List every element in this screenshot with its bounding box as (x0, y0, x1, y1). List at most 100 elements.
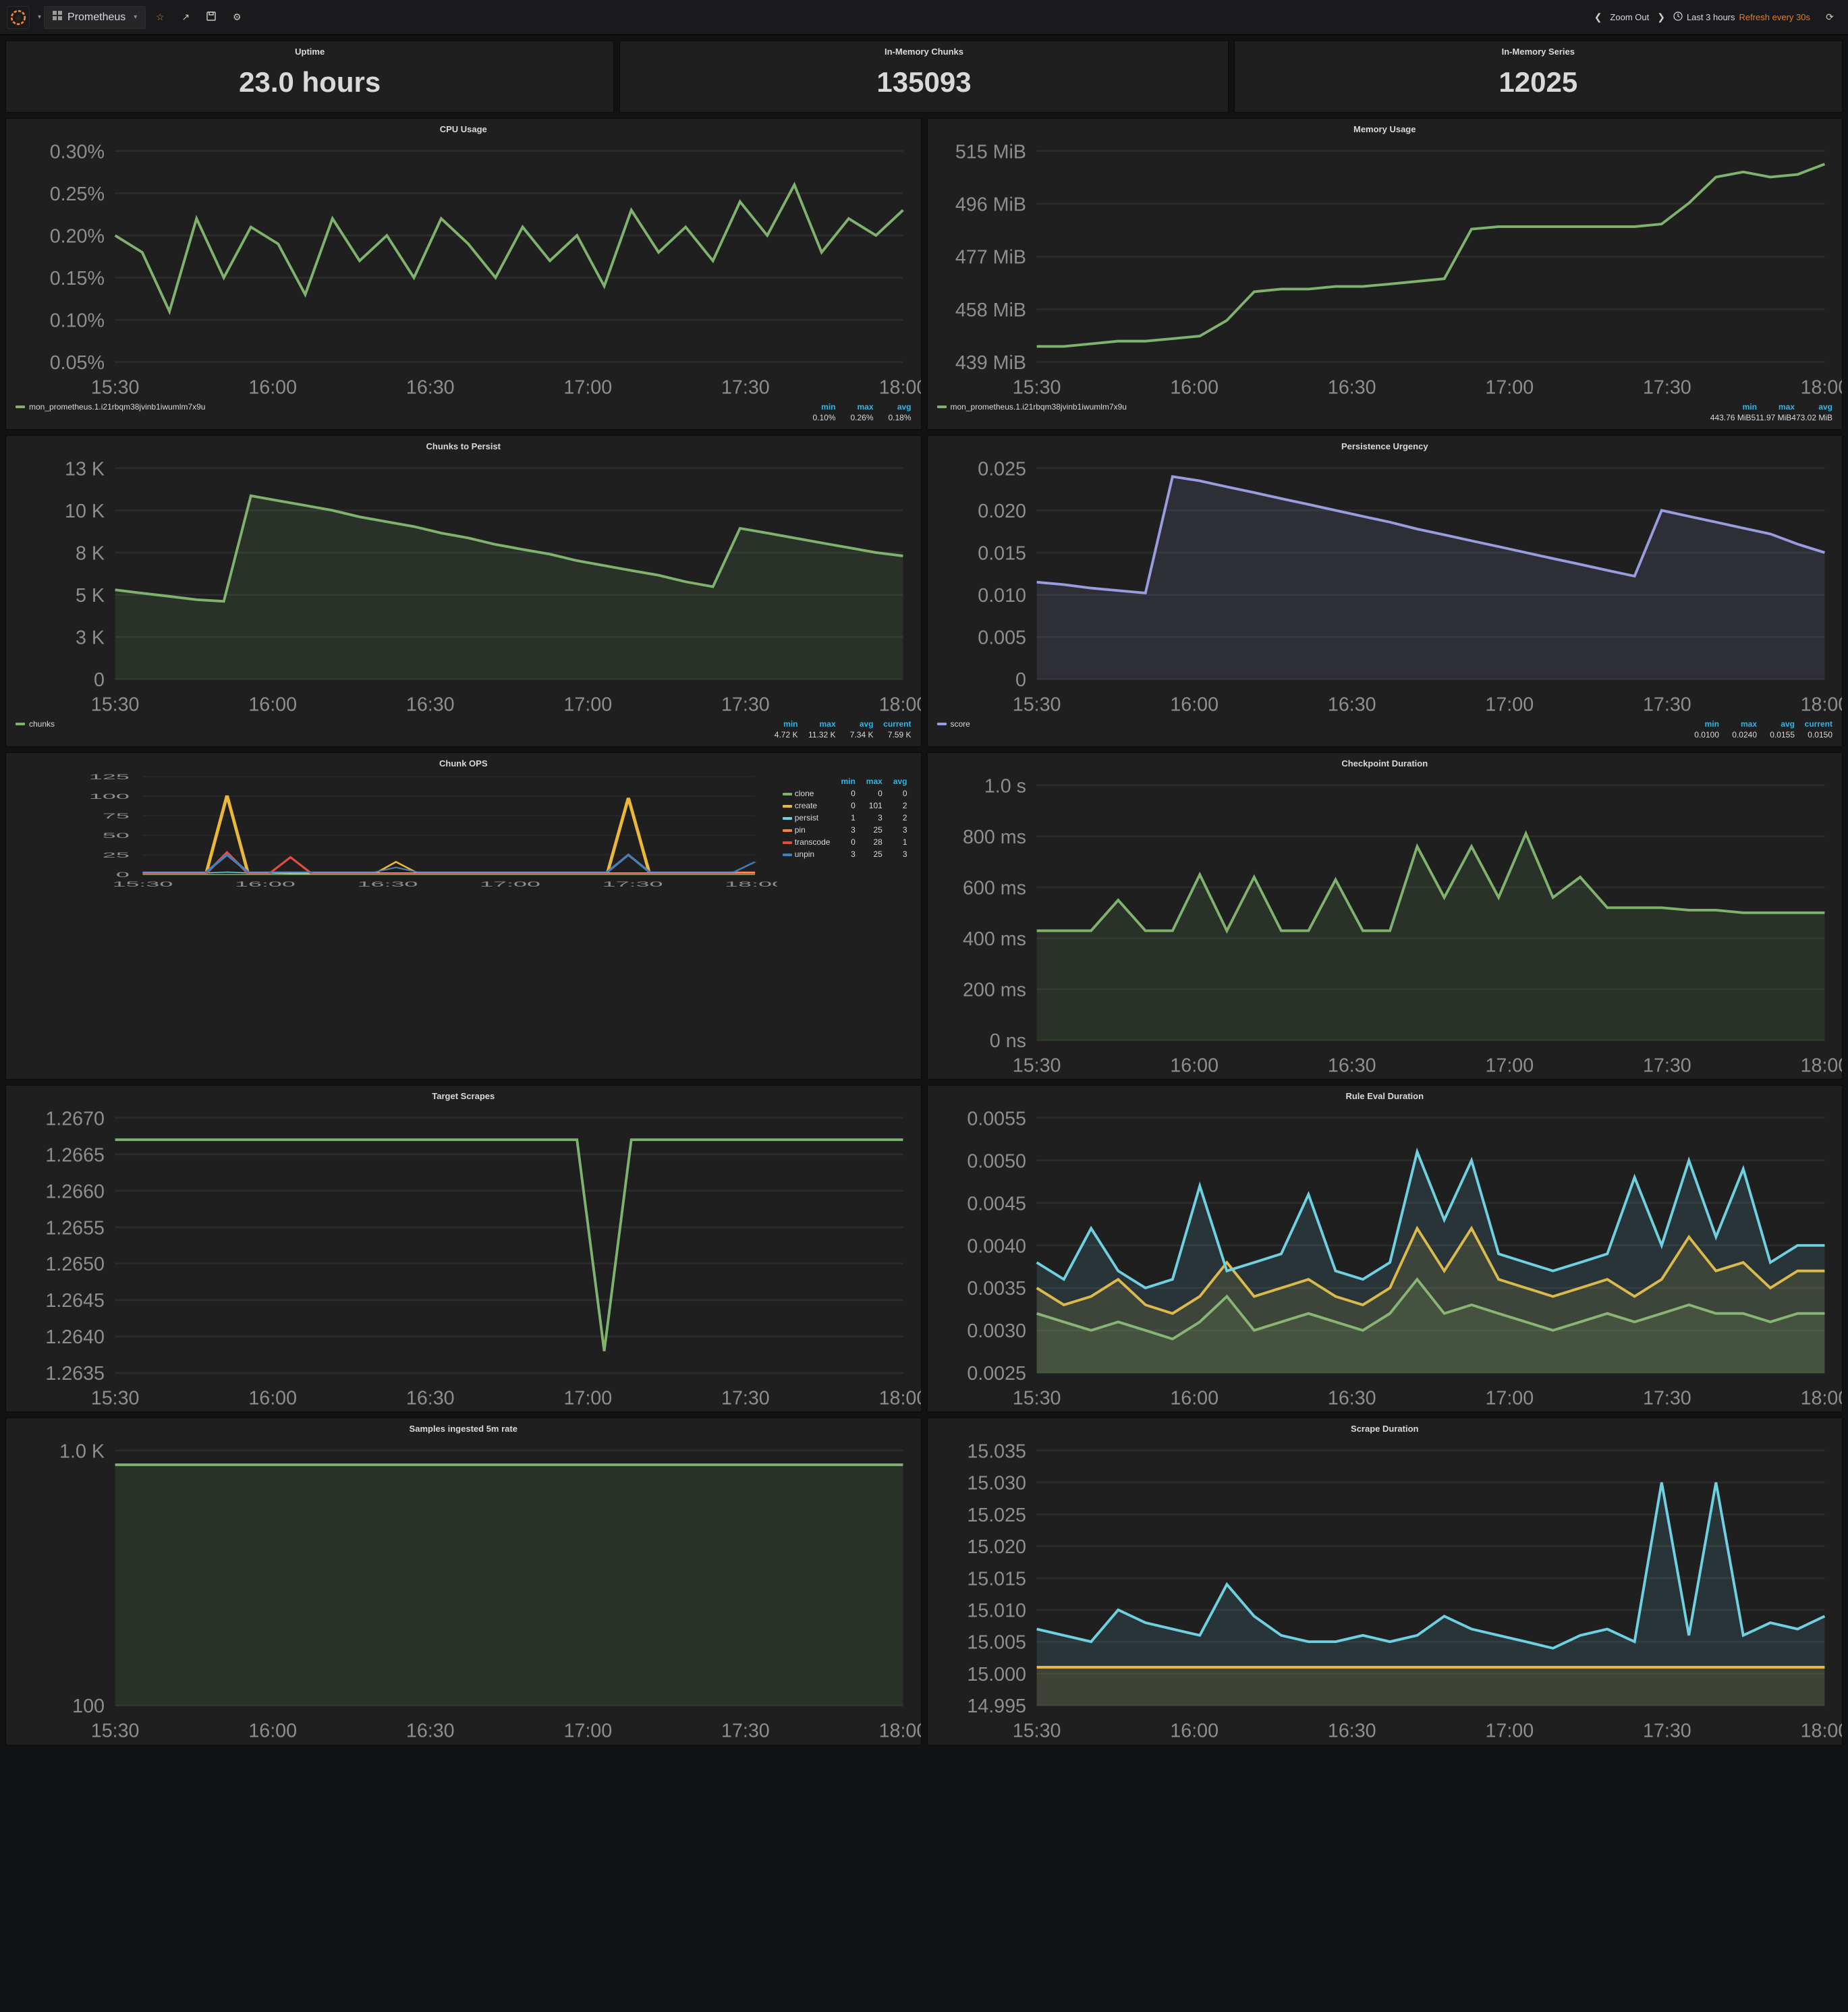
svg-text:16:30: 16:30 (1327, 377, 1376, 399)
svg-text:0.025: 0.025 (978, 458, 1026, 480)
save-button[interactable] (200, 6, 223, 29)
svg-text:1.2645: 1.2645 (45, 1290, 105, 1312)
svg-text:18:00: 18:00 (1800, 1721, 1842, 1742)
stat-panel-1[interactable]: In-Memory Chunks 135093 (619, 40, 1228, 113)
svg-text:1.2640: 1.2640 (45, 1326, 105, 1348)
svg-text:17:30: 17:30 (1643, 377, 1691, 399)
svg-text:18:00: 18:00 (1800, 1055, 1842, 1077)
legend-row[interactable]: pin 3253 (780, 824, 913, 836)
svg-text:15.015: 15.015 (967, 1569, 1026, 1590)
svg-text:17:30: 17:30 (721, 377, 770, 399)
panel-title: Rule Eval Duration (928, 1086, 1843, 1104)
chart-area[interactable]: 439 MiB458 MiB477 MiB496 MiB515 MiB15:30… (928, 137, 1843, 401)
chart-area[interactable]: 1.26351.26401.26451.26501.26551.26601.26… (6, 1104, 921, 1412)
svg-text:16:30: 16:30 (1327, 1388, 1376, 1409)
logo-caret-icon[interactable]: ▾ (38, 13, 41, 21)
panel-mem[interactable]: Memory Usage 439 MiB458 MiB477 MiB496 Mi… (927, 118, 1843, 430)
svg-text:125: 125 (89, 773, 130, 781)
chart-area[interactable]: 025507510012515:3016:0016:3017:0017:3018… (6, 771, 777, 889)
svg-text:16:00: 16:00 (1170, 1388, 1219, 1409)
panel-title: Target Scrapes (6, 1086, 921, 1104)
chart-area[interactable]: 0.05%0.10%0.15%0.20%0.25%0.30%15:3016:00… (6, 137, 921, 401)
stat-panel-0[interactable]: Uptime 23.0 hours (5, 40, 614, 113)
chart-area[interactable]: 03 K5 K8 K10 K13 K15:3016:0016:3017:0017… (6, 454, 921, 718)
chart-area[interactable]: 00.0050.0100.0150.0200.02515:3016:0016:3… (928, 454, 1843, 718)
refresh-button[interactable]: ⟳ (1818, 6, 1841, 29)
svg-text:13 K: 13 K (65, 458, 105, 480)
svg-text:17:00: 17:00 (480, 880, 540, 888)
time-forward-button[interactable]: ❯ (1657, 11, 1665, 23)
share-icon: ↗ (181, 11, 190, 23)
grafana-logo[interactable] (7, 6, 30, 29)
svg-text:16:00: 16:00 (1170, 1055, 1219, 1077)
svg-text:15.005: 15.005 (967, 1632, 1026, 1654)
svg-text:1.0 s: 1.0 s (984, 775, 1026, 797)
chart-area[interactable]: 0.00250.00300.00350.00400.00450.00500.00… (928, 1104, 1843, 1412)
svg-text:17:30: 17:30 (1643, 694, 1691, 716)
legend-row[interactable]: create 01012 (780, 800, 913, 812)
svg-text:17:30: 17:30 (721, 1721, 770, 1742)
svg-text:17:00: 17:00 (1485, 694, 1534, 716)
legend-stats: mon_prometheus.1.i21rbqm38jvinb1iwumlm7x… (6, 401, 921, 429)
panel-target_scrapes[interactable]: Target Scrapes 1.26351.26401.26451.26501… (5, 1085, 922, 1412)
dashboard-body: Uptime 23.0 hoursIn-Memory Chunks 135093… (0, 35, 1848, 1756)
zoom-out-button[interactable]: Zoom Out (1610, 12, 1649, 22)
stat-panel-2[interactable]: In-Memory Series 12025 (1234, 40, 1843, 113)
panel-chunks_persist[interactable]: Chunks to Persist 03 K5 K8 K10 K13 K15:3… (5, 435, 922, 747)
time-range-picker[interactable]: Last 3 hours Refresh every 30s (1673, 11, 1810, 23)
refresh-icon: ⟳ (1826, 11, 1834, 23)
dashboard-picker[interactable]: Prometheus ▾ (44, 6, 146, 29)
panel-samples[interactable]: Samples ingested 5m rate 1001.0 K15:3016… (5, 1418, 922, 1745)
legend-row[interactable]: unpin 3253 (780, 848, 913, 860)
legend-row[interactable]: persist 132 (780, 812, 913, 824)
save-icon (206, 11, 216, 23)
svg-text:15.025: 15.025 (967, 1505, 1026, 1526)
settings-button[interactable]: ⚙ (225, 6, 248, 29)
panel-cpu[interactable]: CPU Usage 0.05%0.10%0.15%0.20%0.25%0.30%… (5, 118, 922, 430)
panel-scrape_dur[interactable]: Scrape Duration 14.99515.00015.00515.010… (927, 1418, 1843, 1745)
svg-text:50: 50 (103, 831, 130, 839)
chart-area[interactable]: 1001.0 K15:3016:0016:3017:0017:3018:00 (6, 1436, 921, 1744)
panel-checkpoint[interactable]: Checkpoint Duration 0 ns200 ms400 ms600 … (927, 752, 1843, 1080)
time-back-button[interactable]: ❮ (1594, 11, 1602, 23)
svg-text:200 ms: 200 ms (962, 980, 1026, 1001)
svg-text:16:30: 16:30 (406, 377, 455, 399)
svg-text:800 ms: 800 ms (962, 827, 1026, 848)
svg-text:17:30: 17:30 (1643, 1388, 1691, 1409)
svg-text:0.20%: 0.20% (50, 225, 105, 247)
dashboard-name: Prometheus (67, 11, 125, 24)
legend-row[interactable]: clone 000 (780, 787, 913, 800)
svg-text:0.0025: 0.0025 (967, 1363, 1026, 1385)
panel-chunk-ops[interactable]: Chunk OPS 025507510012515:3016:0016:3017… (5, 752, 922, 1080)
svg-text:16:30: 16:30 (1327, 694, 1376, 716)
svg-text:17:00: 17:00 (1485, 1055, 1534, 1077)
svg-text:0.010: 0.010 (978, 585, 1026, 607)
svg-text:16:00: 16:00 (1170, 377, 1219, 399)
svg-text:0.015: 0.015 (978, 542, 1026, 564)
chart-area[interactable]: 0 ns200 ms400 ms600 ms800 ms1.0 s15:3016… (928, 771, 1843, 1079)
svg-text:15.010: 15.010 (967, 1600, 1026, 1622)
grafana-icon (9, 9, 27, 26)
chart-area[interactable]: 14.99515.00015.00515.01015.01515.02015.0… (928, 1436, 1843, 1744)
svg-text:100: 100 (72, 1696, 105, 1718)
svg-text:1.2655: 1.2655 (45, 1217, 105, 1239)
stat-title: In-Memory Chunks (620, 41, 1227, 59)
panel-rule_eval[interactable]: Rule Eval Duration 0.00250.00300.00350.0… (927, 1085, 1843, 1412)
svg-text:17:00: 17:00 (1485, 1388, 1534, 1409)
svg-text:15.020: 15.020 (967, 1536, 1026, 1558)
svg-text:18:00: 18:00 (725, 880, 777, 888)
svg-text:0.25%: 0.25% (50, 184, 105, 205)
svg-text:18:00: 18:00 (879, 694, 921, 716)
svg-text:15:30: 15:30 (91, 694, 140, 716)
panel-persistence[interactable]: Persistence Urgency 00.0050.0100.0150.02… (927, 435, 1843, 747)
svg-text:17:00: 17:00 (563, 377, 612, 399)
legend-stats: chunks minmaxavgcurrent4.72 K11.32 K7.34… (6, 718, 921, 746)
star-button[interactable]: ☆ (148, 6, 171, 29)
legend-row[interactable]: transcode 0281 (780, 836, 913, 848)
svg-text:18:00: 18:00 (1800, 694, 1842, 716)
svg-text:16:00: 16:00 (248, 377, 297, 399)
svg-text:17:30: 17:30 (721, 1388, 770, 1409)
share-button[interactable]: ↗ (174, 6, 197, 29)
svg-text:17:00: 17:00 (1485, 1721, 1534, 1742)
stat-value: 23.0 hours (6, 59, 613, 112)
